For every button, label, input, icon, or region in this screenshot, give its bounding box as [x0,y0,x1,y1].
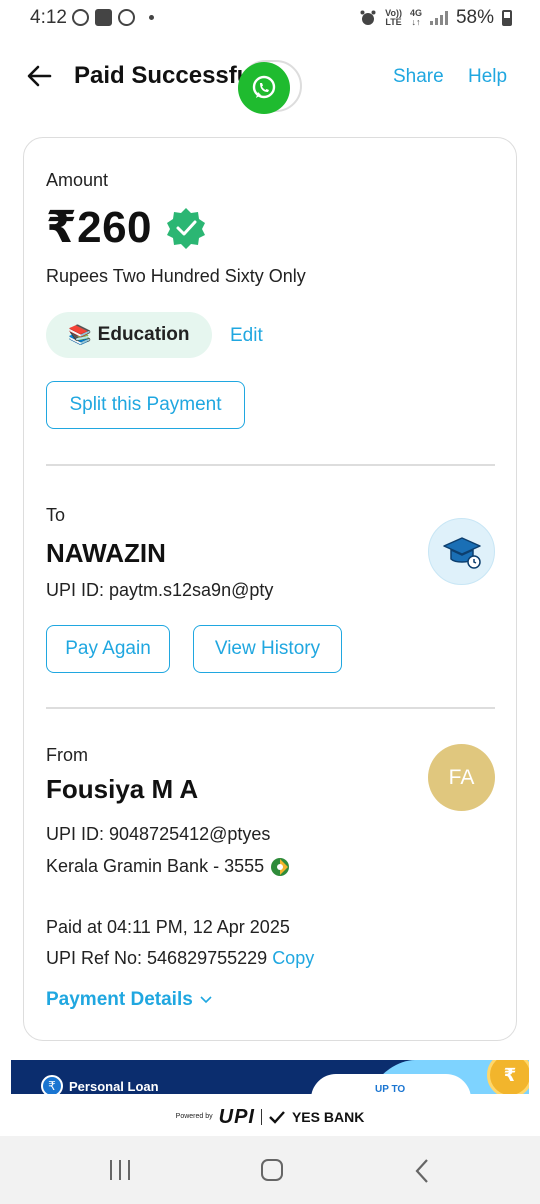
system-nav-bar [0,1136,540,1204]
amount-in-words: Rupees Two Hundred Sixty Only [46,266,306,286]
page-title: Paid Successfully [74,62,254,89]
whatsapp-notification-icon [72,9,89,26]
signal-icon [429,11,448,25]
avatar: FA [428,744,495,811]
pay-again-button[interactable]: Pay Again [46,625,170,673]
home-icon[interactable] [261,1159,283,1181]
coin-icon: ₹ [487,1060,529,1094]
pinterest-notification-icon [118,9,135,26]
whatsapp-icon[interactable] [238,62,290,114]
battery-icon [502,10,512,26]
divider [260,1109,262,1125]
chevron-down-icon [200,996,212,1004]
volte-indicator: Vo)) LTE [385,8,402,27]
powered-by-text: Powered by [175,1113,213,1120]
help-button[interactable]: Help [468,66,507,88]
upi-logo: UPI [218,1105,255,1128]
battery-percent: 58% [455,7,494,28]
yes-bank-logo: YES BANK [291,1109,365,1125]
payer-bank: Kerala Gramin Bank - 3555 [46,856,265,876]
payer-upi-id: UPI ID: 9048725412@ptyes [46,824,271,844]
verified-badge-icon [167,207,206,249]
status-bar: 4:12 Vo)) LTE 4G ↓↑ 58% [0,0,540,36]
recents-icon[interactable] [110,1160,130,1180]
category-label: Education [97,324,190,345]
paid-at: Paid at 04:11 PM, 12 Apr 2025 [46,917,290,937]
payment-details-label: Payment Details [46,989,193,1010]
amount-row: ₹260 [46,202,208,253]
gallery-notification-icon [95,9,112,26]
view-history-button[interactable]: View History [193,625,342,673]
nav-back-icon[interactable] [414,1158,430,1184]
divider [46,464,495,466]
payee-upi-id: UPI ID: paytm.s12sa9n@pty [46,580,274,600]
payment-details-toggle[interactable]: Payment Details [46,989,213,1011]
powered-by-footer: Powered by UPI YES BANK [0,1100,540,1134]
amount-value: ₹260 [46,203,153,252]
more-notifications-dot [149,15,154,20]
status-time: 4:12 [30,7,67,28]
share-button[interactable]: Share [393,66,444,88]
payee-name: NAWAZIN [46,538,166,568]
rupee-icon: ₹ [41,1075,63,1094]
edit-category-button[interactable]: Edit [230,325,263,347]
copy-ref-button[interactable]: Copy [272,948,314,968]
education-cap-icon [428,518,495,585]
banner-cta: UP TO [375,1084,406,1094]
divider [46,707,495,709]
personal-loan-banner[interactable]: ₹ ₹ Personal Loan UP TO [11,1060,529,1094]
books-icon: 📚 [68,325,92,346]
header: Paid Successfully Share Help [0,52,540,114]
ref-row: UPI Ref No: 546829755229 Copy [46,948,314,969]
from-label: From [46,745,88,765]
bank-logo-icon [271,857,290,876]
to-label: To [46,505,66,525]
banner-title: Personal Loan [69,1079,159,1094]
back-arrow-icon[interactable] [24,60,56,92]
yes-bank-check-icon [269,1111,285,1124]
payment-receipt-card: Amount ₹260 Rupees Two Hundred Sixty Onl… [23,137,517,1041]
payer-name: Fousiya M A [46,774,199,804]
category-chip[interactable]: 📚 Education [46,312,212,358]
status-right: Vo)) LTE 4G ↓↑ 58% [359,7,512,29]
alarm-icon [360,10,376,25]
amount-label: Amount [46,170,109,190]
payer-bank-row: Kerala Gramin Bank - 3555 [46,856,290,877]
network-type: 4G ↓↑ [409,8,422,27]
split-payment-button[interactable]: Split this Payment [46,381,245,429]
upi-ref-no: UPI Ref No: 546829755229 [46,948,268,968]
notification-icons [72,9,154,26]
